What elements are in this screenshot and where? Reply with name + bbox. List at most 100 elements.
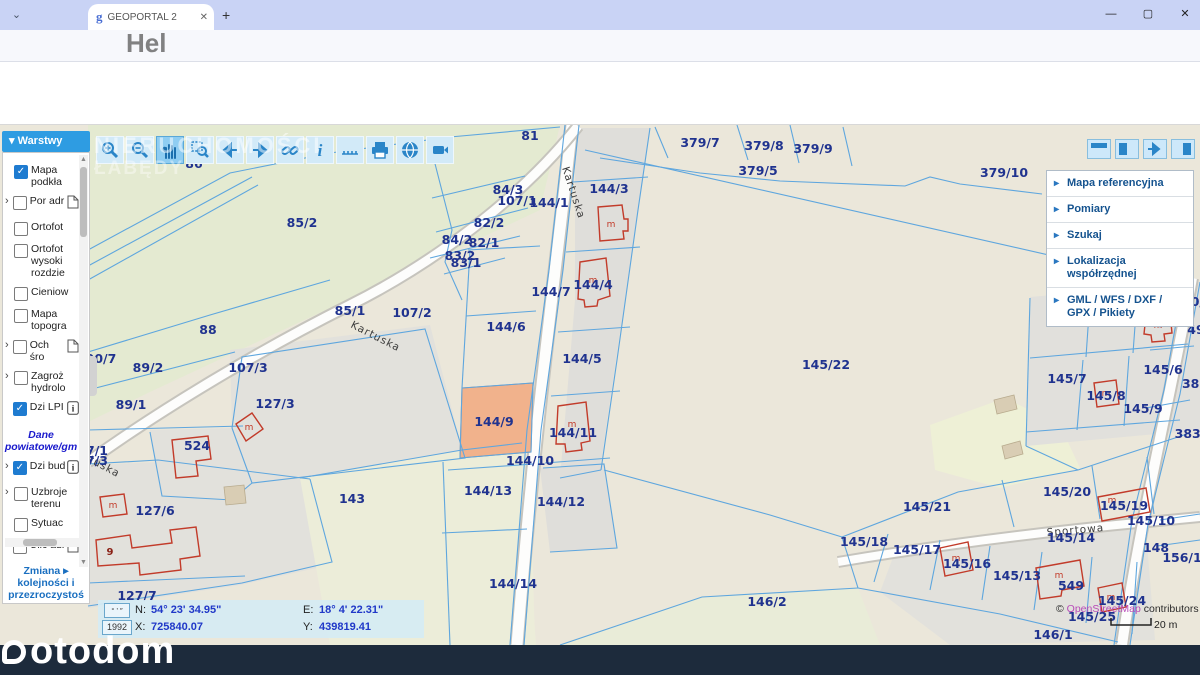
y-label: Y: xyxy=(303,621,313,633)
parcel-label: 82/2 xyxy=(474,215,505,230)
parcel-label: 146/2 xyxy=(747,594,786,609)
parcel-label: 383/ xyxy=(1175,426,1200,441)
parcel-label: 127/3 xyxy=(255,396,294,411)
parcel-label: 144/6 xyxy=(486,319,526,334)
parcel-label: 144/3 xyxy=(589,181,628,196)
scrollbar-thumb[interactable] xyxy=(23,539,57,546)
layer-checkbox[interactable] xyxy=(14,287,28,301)
measure-tool-button[interactable] xyxy=(336,136,364,164)
menu-item-label: Mapa referencyjna xyxy=(1067,177,1164,189)
expand-icon[interactable]: › xyxy=(5,195,13,207)
building-label: m xyxy=(607,220,616,230)
layer-checkbox[interactable]: ✓ xyxy=(12,402,27,416)
map-attribution: © OpenStreetMap contributors xyxy=(1056,603,1199,615)
panel-collapse-handle[interactable] xyxy=(90,356,97,396)
browser-toolbar: ← → ⟳ polska.geoportal2.pl/map/www/mapa.… xyxy=(0,30,1200,88)
layer-checkbox[interactable] xyxy=(12,340,27,354)
parcel-label: 145/6 xyxy=(1143,362,1183,377)
parcel-label: 146/1 xyxy=(1033,627,1072,642)
window-maximize-button[interactable]: ▢ xyxy=(1133,4,1163,24)
scrollbar-thumb[interactable] xyxy=(80,167,87,237)
parcel-label: 144/9 xyxy=(474,414,513,429)
chevron-right-icon: ▸ xyxy=(1054,256,1060,267)
chevron-right-icon: ▸ xyxy=(1054,178,1060,189)
horizontal-scrollbar[interactable] xyxy=(5,538,79,547)
layer-checkbox[interactable] xyxy=(14,309,28,323)
layer-item-ortofot: ›Ortofot xyxy=(5,221,79,236)
parcel-label: 88 xyxy=(199,322,216,337)
layer-checkbox[interactable] xyxy=(14,244,28,258)
parcel-label: 524 xyxy=(184,438,210,453)
parcel-label: 85/2 xyxy=(287,215,318,230)
menu-item-pomiary[interactable]: ▸ Pomiary xyxy=(1047,196,1193,222)
layer-checkbox[interactable]: ✓ xyxy=(12,461,27,475)
vertical-scrollbar[interactable]: ▲ ▼ xyxy=(79,155,88,567)
parcel-label: 89/2 xyxy=(133,360,164,375)
chevron-right-icon: ▸ xyxy=(1054,204,1060,215)
expand-icon[interactable]: › xyxy=(5,460,13,472)
layer-item-cieniow: ›Cieniow xyxy=(5,286,79,301)
new-tab-button[interactable]: + xyxy=(222,7,230,23)
expand-icon[interactable]: › xyxy=(5,486,14,498)
watermark-text: NIERUCHOMOŚCI xyxy=(94,133,323,158)
parcel-label: 144/14 xyxy=(489,576,537,591)
menu-item-mapa-referencyjna[interactable]: ▸ Mapa referencyjna xyxy=(1047,171,1193,196)
parcel-label: 145/10 xyxy=(1127,513,1175,528)
layers-list: ›✓Mapa podkła›Por adr›Ortofot›Ortofot wy… xyxy=(3,157,79,558)
layer-checkbox[interactable] xyxy=(12,196,27,210)
camera-tool-button[interactable] xyxy=(426,136,454,164)
layer-label: Ortofot xyxy=(31,221,64,233)
layer-item-dzi-lpi: ›✓Dzi LPIi xyxy=(5,401,79,420)
browser-tab[interactable]: g GEOPORTAL 2 ✕ xyxy=(88,4,214,30)
parcel-label: 156/1 xyxy=(1162,550,1200,565)
dms-toggle-button[interactable]: ° ' ″ xyxy=(104,603,130,618)
y-value: 439819.41 xyxy=(319,621,371,633)
layer-info-icon[interactable]: i xyxy=(67,401,79,420)
layer-checkbox[interactable] xyxy=(14,487,28,501)
parcel-label: 145/22 xyxy=(802,357,850,372)
window-minimize-button[interactable]: — xyxy=(1096,4,1126,24)
menu-item-label: Szukaj xyxy=(1067,229,1102,241)
taskbar: OW☎ 1 A/C Wersow i Friz potwie... 14:591… xyxy=(0,645,1200,675)
section-label: Dane powiatowe/gm xyxy=(4,429,78,453)
watermark-text: ŁABĘDY xyxy=(94,158,185,179)
tab-search-icon[interactable]: ⌄ xyxy=(8,7,25,24)
openstreetmap-link[interactable]: OpenStreetMap xyxy=(1067,603,1141,615)
layer-order-link[interactable]: Zmiana ▸ kolejności i przezroczystoś xyxy=(3,565,89,601)
parcel-label: 145/17 xyxy=(893,542,941,557)
map-canvas[interactable]: mmmmm9mmmmmmmKartuskaKartuskaKartuskaSpo… xyxy=(0,125,1200,645)
watermark-logo: otodom xyxy=(2,630,175,673)
window-close-button[interactable]: ✕ xyxy=(1170,4,1200,24)
north-value: 54° 23' 34.95" xyxy=(151,604,222,616)
menu-item-lokalizacja-współrzędnej[interactable]: ▸ Lokalizacja współrzędnej xyxy=(1047,248,1193,287)
legend-doc-icon[interactable] xyxy=(67,339,79,358)
layer-checkbox[interactable]: ✓ xyxy=(14,165,28,179)
parcel-label: 379/9 xyxy=(793,141,832,156)
layer-checkbox[interactable] xyxy=(14,518,28,532)
legend-doc-icon[interactable] xyxy=(67,195,79,214)
layers-panel-header[interactable]: ▾ Warstwy xyxy=(2,131,90,152)
panel-arrow-layout-icon[interactable] xyxy=(1143,139,1167,159)
panel-right-layout-icon[interactable] xyxy=(1171,139,1195,159)
parcel-label: 379/10 xyxy=(980,165,1028,180)
layer-label: Cieniow xyxy=(31,286,69,298)
panel-left-layout-icon[interactable] xyxy=(1115,139,1139,159)
layer-info-icon[interactable]: i xyxy=(67,460,79,479)
layer-item-och-śro: › Och śro xyxy=(5,339,79,363)
globe-tool-button[interactable] xyxy=(396,136,424,164)
layer-checkbox[interactable] xyxy=(14,371,28,385)
expand-icon[interactable]: › xyxy=(5,339,13,351)
scroll-up-icon[interactable]: ▲ xyxy=(79,156,88,163)
layer-item-sytuac: ›Sytuac xyxy=(5,517,79,532)
menu-item-gml-wfs-dxf-gpx-pikiety[interactable]: ▸ GML / WFS / DXF / GPX / Pikiety xyxy=(1047,287,1193,326)
caret-down-icon: ▾ xyxy=(9,135,15,147)
print-tool-button[interactable] xyxy=(366,136,394,164)
parcel-label: 144/10 xyxy=(506,453,554,468)
menu-item-szukaj[interactable]: ▸ Szukaj xyxy=(1047,222,1193,248)
layer-label: Dzi bud xyxy=(29,460,66,472)
expand-icon[interactable]: › xyxy=(5,370,14,382)
tab-close-icon[interactable]: ✕ xyxy=(200,12,208,23)
panel-top-layout-icon[interactable] xyxy=(1087,139,1111,159)
layer-checkbox[interactable] xyxy=(14,222,28,236)
layer-label: Zagroż hydrolo xyxy=(31,370,66,394)
